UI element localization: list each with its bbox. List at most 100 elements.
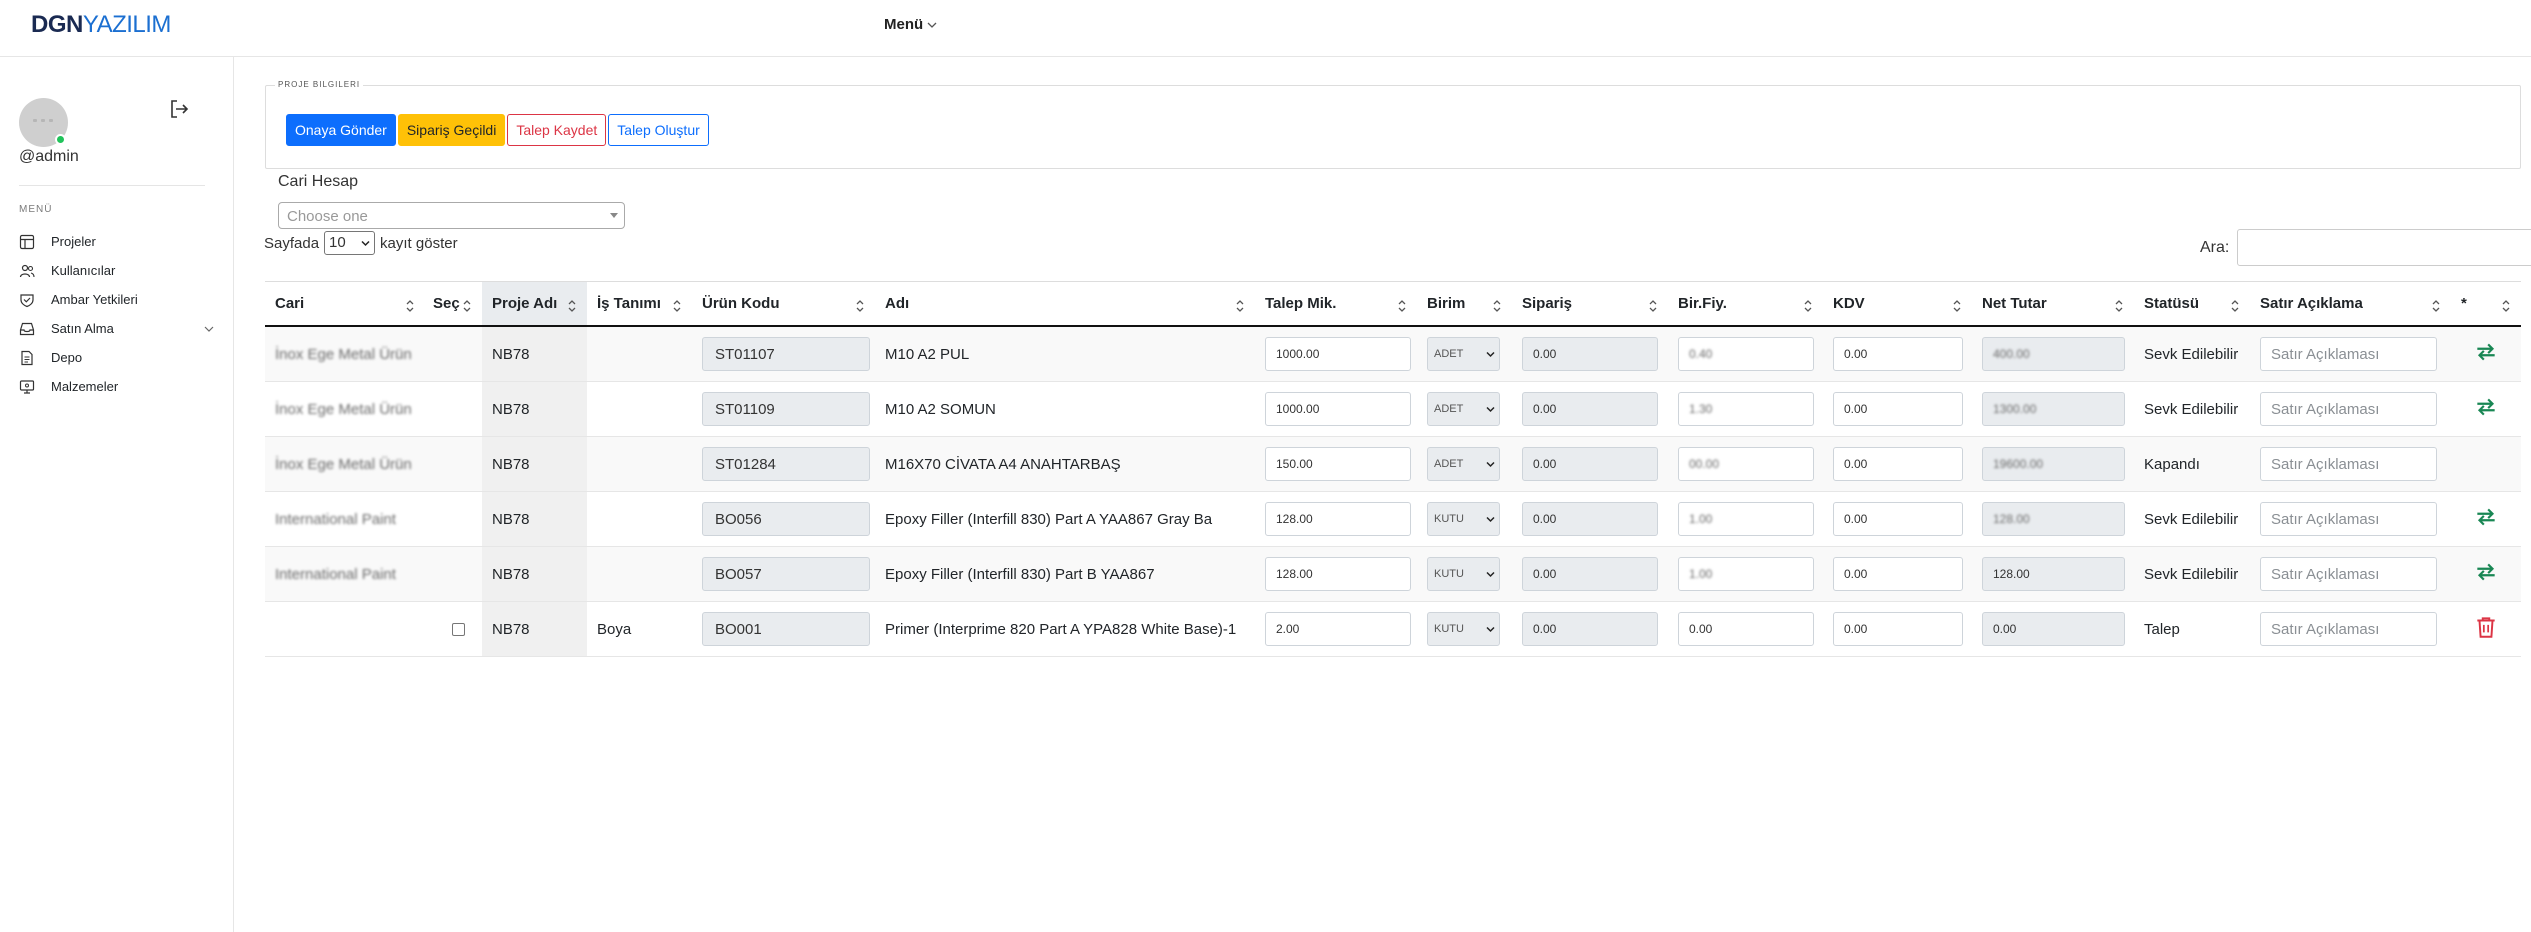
- unit-price-input[interactable]: 0.40: [1678, 337, 1814, 371]
- column-header-net[interactable]: Net Tutar: [1972, 282, 2134, 325]
- table-row: NB78 Boya BO001 Primer (Interprime 820 Part…: [265, 602, 2521, 657]
- unit-price-input[interactable]: 0.00: [1678, 612, 1814, 646]
- line-note-input[interactable]: Satır Açıklaması: [2260, 337, 2437, 371]
- request-quantity-input[interactable]: 1000.00: [1265, 392, 1411, 426]
- status-badge: Sevk Edilebilir: [2144, 565, 2239, 583]
- unit-select[interactable]: KUTU: [1427, 557, 1500, 591]
- column-header-is[interactable]: İş Tanımı: [587, 282, 692, 325]
- username: @admin: [19, 148, 79, 165]
- cell-cari: International Paint: [265, 547, 425, 601]
- column-header-urun[interactable]: Ürün Kodu: [692, 282, 875, 325]
- avatar[interactable]: [19, 98, 68, 147]
- column-header-biryf[interactable]: Bir.Fiy.: [1668, 282, 1823, 325]
- vat-input[interactable]: 0.00: [1833, 447, 1963, 481]
- column-header-siparis[interactable]: Sipariş: [1512, 282, 1668, 325]
- line-note-input[interactable]: Satır Açıklaması: [2260, 447, 2437, 481]
- unit-select[interactable]: KUTU: [1427, 502, 1500, 536]
- sort-icon: [2502, 300, 2510, 312]
- sidebar-item-kullanicilar[interactable]: Kullanıcılar: [19, 256, 214, 285]
- swap-button[interactable]: [2473, 559, 2499, 589]
- column-header-proje[interactable]: Proje Adı: [482, 282, 587, 325]
- top-menu-dropdown[interactable]: Menü: [884, 16, 937, 33]
- cell-urun: ST01109: [692, 382, 875, 436]
- order-quantity-value: 0.00: [1533, 457, 1557, 471]
- request-quantity-input[interactable]: 2.00: [1265, 612, 1411, 646]
- swap-button[interactable]: [2473, 339, 2499, 369]
- vat-input[interactable]: 0.00: [1833, 337, 1963, 371]
- order-placed-button[interactable]: Sipariş Geçildi: [397, 114, 506, 146]
- line-note-placeholder: Satır Açıklaması: [2271, 345, 2380, 363]
- unit-value: ADET: [1434, 458, 1464, 470]
- cell-cari: International Paint: [265, 492, 425, 546]
- column-header-cari[interactable]: Cari: [265, 282, 425, 325]
- unit-select[interactable]: KUTU: [1427, 612, 1500, 646]
- order-quantity-value: 0.00: [1533, 512, 1557, 526]
- table-row: İnox Ege Metal Ürün NB78 ST01109 M10 A2 SOM…: [265, 382, 2521, 437]
- column-header-label: Talep Mik.: [1265, 295, 1337, 312]
- vat-input[interactable]: 0.00: [1833, 612, 1963, 646]
- column-header-star[interactable]: *: [2451, 282, 2521, 325]
- column-header-sec[interactable]: Seç: [425, 282, 482, 325]
- page-length-suffix: kayıt göster: [380, 234, 458, 252]
- cari-select[interactable]: Choose one: [278, 202, 625, 229]
- search-input[interactable]: [2237, 229, 2531, 266]
- page-length-select[interactable]: 10: [324, 231, 376, 255]
- sort-icon: [1804, 300, 1812, 312]
- column-header-statu[interactable]: Statüsü: [2134, 282, 2250, 325]
- project-name: NB78: [492, 345, 530, 363]
- unit-select[interactable]: ADET: [1427, 392, 1500, 426]
- line-note-input[interactable]: Satır Açıklaması: [2260, 557, 2437, 591]
- vat-input[interactable]: 0.00: [1833, 502, 1963, 536]
- request-quantity-input[interactable]: 1000.00: [1265, 337, 1411, 371]
- save-request-button[interactable]: Talep Kaydet: [507, 114, 607, 146]
- delete-button[interactable]: [2473, 614, 2499, 644]
- cell-net: 1300.00: [1972, 382, 2134, 436]
- swap-button[interactable]: [2473, 504, 2499, 534]
- chevron-down-icon: [204, 326, 214, 332]
- sidebar-item-projeler[interactable]: Projeler: [19, 227, 214, 256]
- unit-price-input[interactable]: 1.00: [1678, 557, 1814, 591]
- create-request-button[interactable]: Talep Oluştur: [608, 114, 709, 146]
- request-quantity-input[interactable]: 128.00: [1265, 502, 1411, 536]
- line-note-input[interactable]: Satır Açıklaması: [2260, 612, 2437, 646]
- column-header-adi[interactable]: Adı: [875, 282, 1255, 325]
- select-checkbox[interactable]: [452, 622, 465, 636]
- cell-biryf: 1.00: [1668, 547, 1823, 601]
- cell-is: [587, 327, 692, 381]
- product-code-field: ST01284: [702, 447, 870, 481]
- supplier-name: İnox Ege Metal Ürün: [275, 455, 412, 473]
- request-quantity-input[interactable]: 128.00: [1265, 557, 1411, 591]
- unit-price-input[interactable]: 1.30: [1678, 392, 1814, 426]
- product-name: Primer (Interprime 820 Part A YPA828 Whi…: [885, 620, 1237, 638]
- request-quantity-input[interactable]: 150.00: [1265, 447, 1411, 481]
- cell-sec: [425, 327, 482, 381]
- column-header-kdv[interactable]: KDV: [1823, 282, 1972, 325]
- unit-select[interactable]: ADET: [1427, 337, 1500, 371]
- column-header-aciklama[interactable]: Satır Açıklama: [2250, 282, 2451, 325]
- logout-button[interactable]: [167, 97, 191, 121]
- vat-input[interactable]: 0.00: [1833, 557, 1963, 591]
- unit-price-input[interactable]: 00.00: [1678, 447, 1814, 481]
- cell-biryf: 1.00: [1668, 492, 1823, 546]
- line-note-input[interactable]: Satır Açıklaması: [2260, 392, 2437, 426]
- brand-logo[interactable]: DGNYAZILIM: [31, 11, 171, 39]
- sidebar-nav: Projeler Kullanıcılar Ambar Yetkileri Sa…: [19, 227, 214, 401]
- unit-select[interactable]: ADET: [1427, 447, 1500, 481]
- column-header-birim[interactable]: Birim: [1417, 282, 1512, 325]
- product-code-field: BO057: [702, 557, 870, 591]
- send-approval-button[interactable]: Onaya Gönder: [286, 114, 396, 146]
- line-note-input[interactable]: Satır Açıklaması: [2260, 502, 2437, 536]
- table-row: İnox Ege Metal Ürün NB78 ST01107 M10 A2 PUL…: [265, 327, 2521, 382]
- vat-input[interactable]: 0.00: [1833, 392, 1963, 426]
- logout-icon: [171, 100, 189, 118]
- sidebar-item-satin-alma[interactable]: Satın Alma: [19, 314, 214, 343]
- column-header-label: *: [2461, 295, 2467, 312]
- sidebar-item-ambar-yetkileri[interactable]: Ambar Yetkileri: [19, 285, 214, 314]
- cell-birim: KUTU: [1417, 492, 1512, 546]
- sidebar-item-malzemeler[interactable]: Malzemeler: [19, 372, 214, 401]
- column-header-talep[interactable]: Talep Mik.: [1255, 282, 1417, 325]
- unit-price-input[interactable]: 1.00: [1678, 502, 1814, 536]
- cell-aciklama: Satır Açıklaması: [2250, 602, 2451, 656]
- sidebar-item-depo[interactable]: Depo: [19, 343, 214, 372]
- swap-button[interactable]: [2473, 394, 2499, 424]
